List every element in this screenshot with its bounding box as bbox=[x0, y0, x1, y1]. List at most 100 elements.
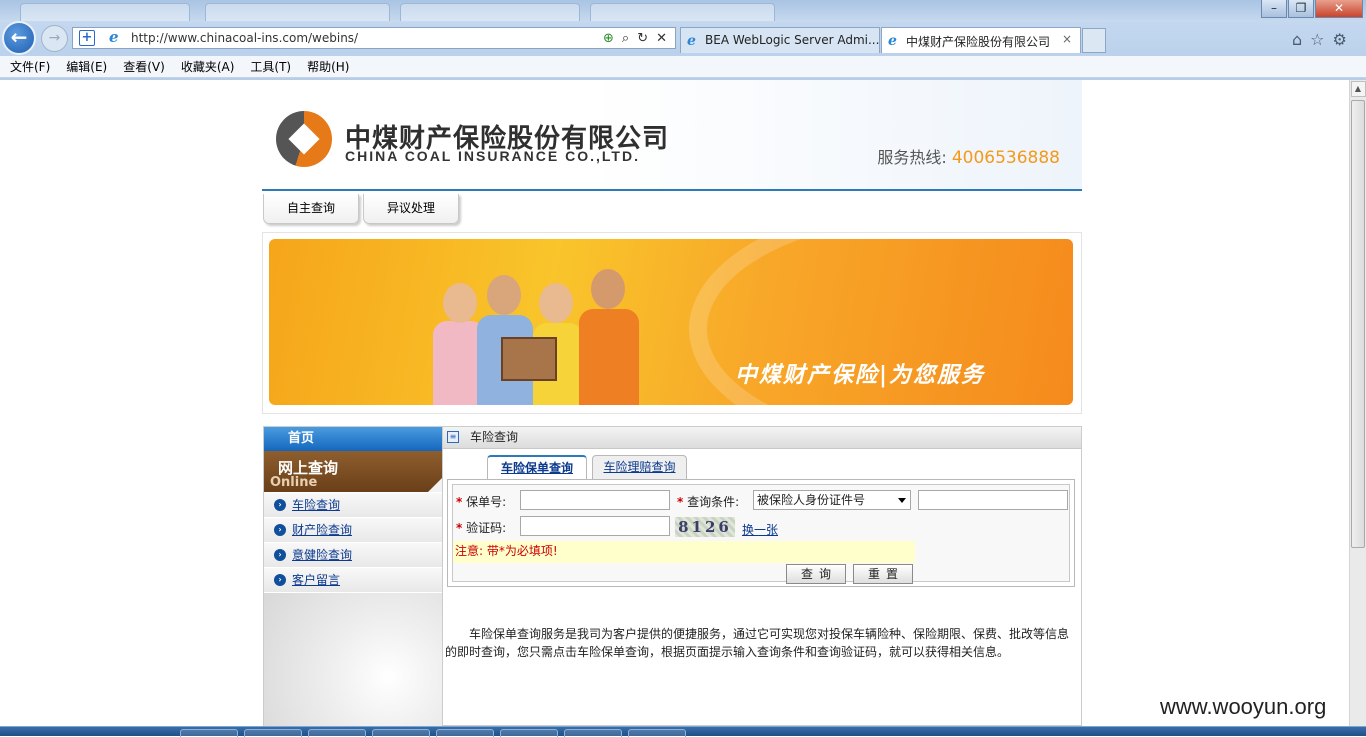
address-url[interactable]: http://www.chinacoal-ins.com/webins/ bbox=[131, 31, 603, 45]
company-name-en: CHINA COAL INSURANCE CO.,LTD. bbox=[345, 148, 640, 164]
background-tab bbox=[400, 3, 580, 21]
change-captcha-link[interactable]: 换一张 bbox=[742, 521, 778, 538]
tab-label[interactable]: 车险理赔查询 bbox=[603, 460, 675, 474]
required-mark: * bbox=[456, 495, 463, 509]
sidebar-item-label[interactable]: 车险查询 bbox=[292, 498, 340, 512]
new-tab-button[interactable] bbox=[1082, 28, 1106, 53]
query-button[interactable]: 查询 bbox=[786, 564, 846, 584]
tab-label[interactable]: 车险保单查询 bbox=[501, 461, 573, 475]
sidebar-item-accident-health[interactable]: › 意健险查询 bbox=[264, 543, 442, 568]
minimize-button[interactable]: – bbox=[1261, 0, 1287, 18]
main-panel: ≡ 车险查询 车险保单查询 车险理赔查询 * 保单号: * 查询条件: 被保险人… bbox=[443, 426, 1082, 726]
menu-file[interactable]: 文件(F) bbox=[10, 58, 50, 75]
house-model-icon bbox=[501, 337, 557, 381]
family-photo bbox=[433, 269, 643, 405]
sidebar-item-label[interactable]: 意健险查询 bbox=[292, 548, 352, 562]
required-notice: 注意: 带*为必填项! bbox=[453, 541, 915, 563]
sidebar-item-auto[interactable]: › 车险查询 bbox=[264, 493, 442, 518]
sidebar-item-label[interactable]: 客户留言 bbox=[292, 573, 340, 587]
policy-number-input[interactable] bbox=[520, 490, 670, 510]
scroll-thumb[interactable] bbox=[1351, 100, 1365, 548]
stop-icon[interactable]: ✕ bbox=[656, 31, 667, 46]
service-description: 车险保单查询服务是我司为客户提供的便捷服务，通过它可实现您对投保车辆险种、保险期… bbox=[445, 627, 1070, 659]
menu-bar: 文件(F) 编辑(E) 查看(V) 收藏夹(A) 工具(T) 帮助(H) bbox=[0, 56, 1366, 78]
search-icon[interactable]: ⌕ bbox=[622, 31, 629, 46]
tab-weblogic[interactable]: e BEA WebLogic Server Admi... bbox=[680, 27, 880, 53]
home-icon[interactable]: ⌂ bbox=[1292, 30, 1302, 49]
close-window-button[interactable]: ✕ bbox=[1315, 0, 1363, 18]
condition-value-input[interactable] bbox=[918, 490, 1068, 510]
browser-chrome: – ❐ ✕ ← → + e http://www.chinacoal-ins.c… bbox=[0, 0, 1366, 80]
browser-tools: ⌂ ☆ ⚙ bbox=[1292, 30, 1347, 49]
banner-image: 中煤财产保险|为您服务 bbox=[269, 239, 1073, 405]
restore-button[interactable]: ❐ bbox=[1288, 0, 1314, 18]
tab-chinacoal[interactable]: e 中煤财产保险股份有限公司 × bbox=[881, 27, 1081, 53]
reset-button[interactable]: 重置 bbox=[853, 564, 913, 584]
chevron-right-icon: › bbox=[274, 524, 286, 536]
ie-page-icon: e bbox=[109, 28, 119, 46]
menu-edit[interactable]: 编辑(E) bbox=[66, 58, 107, 75]
sidebar-home[interactable]: 首页 bbox=[264, 427, 442, 451]
back-button[interactable]: ← bbox=[2, 21, 36, 55]
favorites-star-icon[interactable]: ☆ bbox=[1310, 30, 1324, 49]
vertical-scrollbar[interactable]: ▲ bbox=[1349, 80, 1366, 726]
close-tab-icon[interactable]: × bbox=[1062, 32, 1072, 46]
forward-button[interactable]: → bbox=[41, 25, 68, 52]
person-body bbox=[579, 309, 639, 405]
forward-arrow-icon: → bbox=[48, 30, 61, 46]
gear-icon[interactable]: ⚙ bbox=[1333, 30, 1347, 49]
background-tab bbox=[205, 3, 390, 21]
condition-label-text: 查询条件: bbox=[687, 495, 740, 509]
page-container: 中煤财产保险股份有限公司 CHINA COAL INSURANCE CO.,LT… bbox=[262, 80, 1082, 726]
hotline-label: 服务热线: bbox=[877, 148, 952, 167]
menu-favorites[interactable]: 收藏夹(A) bbox=[181, 58, 235, 75]
captcha-input[interactable] bbox=[520, 516, 670, 536]
compat-icon[interactable]: ⊕ bbox=[603, 31, 614, 46]
menu-help[interactable]: 帮助(H) bbox=[307, 58, 349, 75]
panel-title-bar: ≡ 车险查询 bbox=[443, 427, 1081, 449]
online-query-subtitle: Online bbox=[270, 475, 318, 490]
sidebar-item-property[interactable]: › 财产险查询 bbox=[264, 518, 442, 543]
chevron-right-icon: › bbox=[274, 499, 286, 511]
scroll-up-icon[interactable]: ▲ bbox=[1350, 81, 1366, 97]
panel-title: 车险查询 bbox=[470, 430, 519, 444]
person-head bbox=[487, 275, 521, 315]
tab-claim-query[interactable]: 车险理赔查询 bbox=[592, 455, 687, 479]
required-mark: * bbox=[677, 495, 684, 509]
query-form: * 保单号: * 查询条件: 被保险人身份证件号 * 验证码: 8126 换一张… bbox=[452, 484, 1070, 584]
add-site-icon[interactable]: + bbox=[79, 30, 95, 46]
tab-policy-query[interactable]: 车险保单查询 bbox=[487, 455, 587, 479]
address-bar[interactable]: + e http://www.chinacoal-ins.com/webins/… bbox=[72, 27, 676, 49]
back-arrow-icon: ← bbox=[10, 25, 28, 49]
sidebar-item-feedback[interactable]: › 客户留言 bbox=[264, 568, 442, 593]
person-head bbox=[539, 283, 573, 323]
sidebar: 首页 网上查询 Online › 车险查询 › 财产险查询 › 意健险查询 › 客户留言 bbox=[263, 426, 443, 726]
tab-label: 中煤财产保险股份有限公司 bbox=[906, 35, 1051, 49]
person-head bbox=[443, 283, 477, 323]
captcha-image: 8126 bbox=[675, 517, 735, 537]
captcha-label: * 验证码: bbox=[456, 519, 506, 536]
menu-view[interactable]: 查看(V) bbox=[123, 58, 165, 75]
policy-label-text: 保单号: bbox=[466, 495, 507, 509]
chevron-right-icon: › bbox=[274, 549, 286, 561]
background-window-strip: – ❐ ✕ bbox=[0, 0, 1366, 22]
site-header: 中煤财产保险股份有限公司 CHINA COAL INSURANCE CO.,LT… bbox=[262, 80, 1082, 190]
policy-label: * 保单号: bbox=[456, 493, 506, 510]
background-tab bbox=[590, 3, 775, 21]
refresh-icon[interactable]: ↻ bbox=[637, 31, 648, 46]
online-query-header: 网上查询 Online bbox=[264, 451, 442, 493]
condition-selected: 被保险人身份证件号 bbox=[757, 493, 866, 507]
captcha-label-text: 验证码: bbox=[466, 521, 507, 535]
condition-select[interactable]: 被保险人身份证件号 bbox=[753, 490, 911, 510]
query-form-frame: * 保单号: * 查询条件: 被保险人身份证件号 * 验证码: 8126 换一张… bbox=[447, 479, 1075, 587]
banner-slogan: 中煤财产保险|为您服务 bbox=[735, 362, 986, 388]
chevron-right-icon: › bbox=[274, 574, 286, 586]
taskbar bbox=[0, 726, 1366, 737]
nav-dispute[interactable]: 异议处理 bbox=[363, 194, 459, 224]
nav-self-query[interactable]: 自主查询 bbox=[263, 194, 359, 224]
menu-tools[interactable]: 工具(T) bbox=[250, 58, 291, 75]
hotline-number: 4006536888 bbox=[951, 148, 1060, 168]
sidebar-item-label[interactable]: 财产险查询 bbox=[292, 523, 352, 537]
banner-frame: 中煤财产保险|为您服务 bbox=[262, 232, 1082, 414]
company-logo-icon bbox=[276, 111, 332, 167]
